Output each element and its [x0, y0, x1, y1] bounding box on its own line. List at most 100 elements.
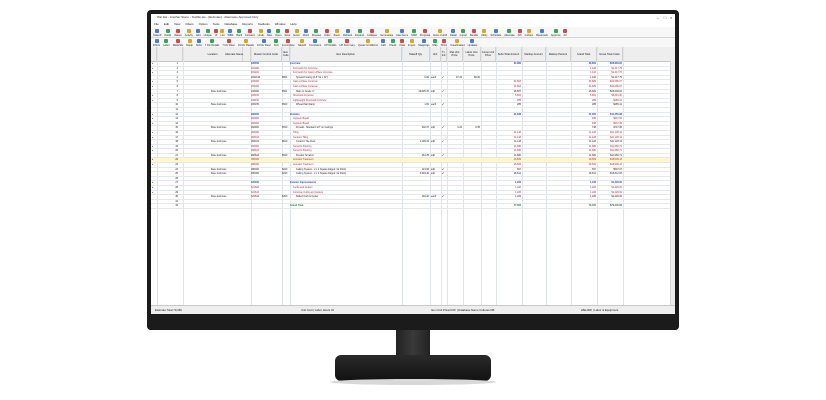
toolbar-button[interactable]: Activity	[185, 29, 193, 37]
toolbar-button[interactable]: UI	[214, 29, 218, 37]
toolbar-button[interactable]: Materials	[173, 39, 183, 47]
toolbar-button[interactable]: Updates	[468, 39, 477, 47]
expand-icon[interactable]: ▸	[152, 191, 156, 194]
toolbar-button[interactable]: Preview	[312, 29, 321, 37]
toolbar-button[interactable]: Alternate	[504, 29, 515, 37]
toolbar-button[interactable]: Undo	[258, 29, 264, 37]
toolbar-button[interactable]: 7 Div Details	[205, 39, 219, 47]
toolbar-button[interactable]: Excel	[293, 29, 300, 37]
menu-item[interactable]: View	[174, 22, 180, 26]
expand-icon[interactable]: ▸	[152, 181, 156, 184]
toolbar-button[interactable]: Indirect	[525, 29, 533, 37]
menu-item[interactable]: File	[154, 22, 159, 26]
header-takeoff[interactable]: Takeoff Qty	[402, 47, 430, 61]
toolbar-button[interactable]: Import	[408, 39, 415, 47]
toolbar-button[interactable]: All	[563, 29, 567, 37]
expand-icon[interactable]: ▸	[152, 186, 156, 189]
toolbar-button[interactable]: Incomplete	[282, 39, 295, 47]
header-unit[interactable]: Unit	[430, 47, 441, 61]
header-subtotal[interactable]: Subs Total Amount	[496, 47, 522, 61]
table-row[interactable]: 32 Grand Total 77,383 79,465 $79,445.83	[151, 204, 675, 209]
toolbar-button[interactable]: Forward	[245, 29, 255, 37]
toolbar-button[interactable]: Import	[460, 29, 467, 37]
menu-item[interactable]: Option	[199, 22, 208, 26]
toolbar-button[interactable]: UP Details	[324, 39, 336, 47]
toolbar-button[interactable]: SDM	[411, 29, 417, 37]
toolbar-button[interactable]: New	[267, 29, 272, 37]
expand-icon[interactable]: ▸	[152, 67, 156, 70]
header-labor-unit[interactable]: Labor Unit Price	[463, 47, 481, 61]
toolbar-button[interactable]: Schedule	[490, 29, 501, 37]
toolbar-button[interactable]: Refresh	[343, 29, 352, 37]
minimize-icon[interactable]: –	[655, 15, 661, 20]
toolbar-button[interactable]: Item	[274, 39, 279, 47]
header-mcc[interactable]: Master Control Code	[251, 47, 282, 61]
toolbar-button[interactable]: Labor	[163, 39, 170, 47]
menu-item[interactable]: Reports	[242, 22, 253, 26]
toolbar-button[interactable]: Save	[284, 29, 290, 37]
menu-item[interactable]: Tools	[212, 22, 219, 26]
expand-icon[interactable]: ▸	[152, 62, 156, 65]
toolbar-button[interactable]: Mappings	[418, 39, 430, 47]
toolbar-button[interactable]: Open	[275, 29, 281, 37]
toolbar-button[interactable]: Zoom	[333, 29, 340, 37]
toolbar-button[interactable]: Values	[174, 29, 182, 37]
toolbar-button[interactable]: Items Cutoff	[433, 29, 447, 37]
header-comp-unit[interactable]: Comp Unit Price	[481, 47, 496, 61]
toolbar-button[interactable]: 16 Div Desc	[257, 39, 271, 47]
toolbar-button[interactable]: 16 Div Details	[238, 39, 254, 47]
header-mat-unit[interactable]: Mat Unit Price	[447, 47, 463, 61]
toolbar-button[interactable]: Proposal	[420, 29, 430, 37]
vertical-scrollbar[interactable]	[670, 61, 675, 305]
toolbar-button[interactable]: Filters	[153, 39, 160, 47]
toolbar-button[interactable]: Word	[303, 29, 309, 37]
menu-item[interactable]: Window	[275, 22, 286, 26]
expand-icon[interactable]: ▸	[152, 136, 156, 139]
toolbar-button[interactable]: Detail	[450, 29, 457, 37]
close-icon[interactable]: ×	[668, 15, 674, 20]
header-markup[interactable]: Markup Amount	[522, 47, 546, 61]
toolbar-button[interactable]: Index	[324, 29, 330, 37]
header-item-desc[interactable]: Item Description	[290, 47, 402, 61]
expand-icon[interactable]: ▸	[152, 122, 156, 125]
menu-item[interactable]: Help	[290, 22, 296, 26]
toolbar-button[interactable]: Subs	[196, 39, 202, 47]
toolbar-button[interactable]: Like Items	[396, 29, 408, 37]
toolbar-button[interactable]: Bookmark	[536, 29, 548, 37]
expand-icon[interactable]: ▸	[152, 131, 156, 134]
toolbar-button[interactable]: Expand	[355, 29, 364, 37]
header-item-code[interactable]: Item Code	[282, 47, 290, 61]
expand-icon[interactable]: ▸	[152, 149, 156, 152]
expand-icon[interactable]: ▸	[152, 85, 156, 88]
header-alternate[interactable]: Alternate Name	[218, 47, 251, 61]
toolbar-button[interactable]: 7 Div Desc	[222, 39, 235, 47]
toolbar-button[interactable]: Show	[441, 39, 447, 47]
header-grand-total[interactable]: Grand Total	[571, 47, 597, 61]
menu-item[interactable]: Edit	[164, 22, 169, 26]
toolbar-button[interactable]: Arb	[518, 29, 522, 37]
toolbar-button[interactable]: Bundle	[470, 29, 478, 37]
toolbar-button[interactable]: List	[220, 29, 225, 37]
toolbar-button[interactable]: Approve	[551, 29, 561, 37]
toolbar-button[interactable]: Calc	[381, 39, 386, 47]
toolbar-button[interactable]: UP Summary	[339, 39, 355, 47]
toolbar-button[interactable]: Takeoff	[298, 39, 306, 47]
expand-icon[interactable]: ▸	[152, 158, 156, 161]
expand-icon[interactable]: ▸	[152, 71, 156, 74]
toolbar-button[interactable]: Unique	[204, 29, 212, 37]
toolbar-button[interactable]: WBS	[227, 29, 233, 37]
toolbar-button[interactable]: Check	[389, 39, 396, 47]
expand-icon[interactable]: ▸	[152, 163, 156, 166]
toolbar-button[interactable]: Summaries	[380, 29, 393, 37]
toolbar-button[interactable]: Unestimated	[450, 39, 465, 47]
expand-icon[interactable]: ▸	[152, 113, 156, 116]
expand-icon[interactable]: ▸	[152, 94, 156, 97]
toolbar-button[interactable]: Data	[399, 39, 405, 47]
menu-item[interactable]: Database	[225, 22, 238, 26]
toolbar-button[interactable]: Quote Conditions	[358, 39, 378, 47]
toolbar-button[interactable]: Consistent	[309, 39, 321, 47]
toolbar-button[interactable]: Collapse	[367, 29, 377, 37]
expand-icon[interactable]: ▸	[152, 117, 156, 120]
expand-icon[interactable]: ▸	[152, 80, 156, 83]
estimate-grid[interactable]: Location Alternate Name Master Control C…	[151, 47, 675, 305]
